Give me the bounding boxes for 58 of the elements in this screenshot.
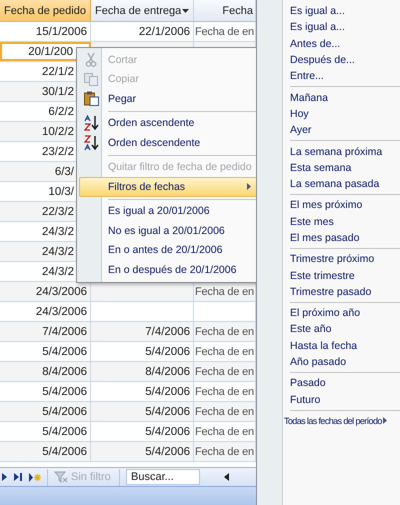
last-record-icon[interactable] — [14, 473, 23, 481]
table-cell: 5/4/2006 — [91, 442, 194, 461]
menu-item[interactable]: Entre... — [257, 68, 400, 84]
menu-item[interactable]: Ayer — [257, 122, 400, 138]
sort-descending-icon — [84, 134, 98, 151]
dropdown-arrow-icon — [182, 8, 189, 12]
table-cell: 7/4/2006 — [91, 322, 194, 341]
table-cell: 5/4/2006 — [0, 442, 91, 461]
menu-item[interactable]: Hoy — [257, 106, 400, 122]
scissors-icon — [85, 52, 97, 67]
menu-item[interactable]: Esta semana — [257, 160, 400, 176]
copy-icon — [84, 72, 98, 86]
menu-item[interactable]: Antes de... — [257, 36, 400, 52]
table-cell: 22/1/2006 — [91, 22, 194, 41]
menu-item[interactable]: El mes pasado — [257, 230, 400, 246]
table-cell: 7/4/2006 — [0, 322, 91, 341]
menu-item[interactable]: Es igual a... — [257, 3, 400, 20]
menu-item[interactable]: Trimestre próximo — [257, 251, 400, 268]
menu-item[interactable]: Después de... — [257, 52, 400, 68]
menu-item[interactable]: La semana pasada — [257, 176, 400, 192]
clipboard-icon — [84, 91, 98, 106]
table-cell: 5/4/2006 — [91, 342, 194, 361]
next-record-icon[interactable] — [2, 473, 8, 481]
menu-item[interactable]: Hasta la fecha — [257, 338, 400, 354]
table-cell: 5/4/2006 — [0, 422, 91, 441]
column-header[interactable]: Fecha de pedido — [0, 0, 91, 21]
menu-item[interactable]: Pasado — [257, 375, 400, 392]
menu-item[interactable]: Futuro — [257, 392, 400, 408]
menu-item[interactable]: Todas las fechas del período — [257, 412, 400, 430]
menu-item[interactable]: El mes próximo — [257, 197, 400, 214]
scroll-left-icon[interactable] — [224, 473, 229, 481]
table-cell: 8/4/2006 — [0, 362, 91, 381]
table-cell: 8/4/2006 — [91, 362, 194, 381]
menu-item[interactable]: Año pasado — [257, 354, 400, 370]
table-cell: 5/4/2006 — [91, 382, 194, 401]
column-header[interactable]: Fecha de entrega — [91, 0, 194, 21]
table-cell: 5/4/2006 — [0, 342, 91, 361]
submenu-arrow-icon — [247, 183, 251, 190]
menu-item[interactable]: Es igual a... — [257, 19, 400, 36]
menu-item[interactable]: Trimestre pasado — [257, 284, 400, 300]
menu-item[interactable]: Mañana — [257, 89, 400, 106]
table-cell: 15/1/2006 — [0, 22, 91, 41]
submenu-arrow-icon — [382, 417, 387, 424]
table-cell: 5/4/2006 — [0, 402, 91, 421]
funnel-icon — [54, 471, 68, 483]
table-cell: 5/4/2006 — [91, 402, 194, 421]
menu-item[interactable]: Este mes — [257, 214, 400, 230]
table-cell: 5/4/2006 — [0, 382, 91, 401]
table-cell: 5/4/2006 — [91, 422, 194, 441]
sort-ascending-icon — [84, 115, 98, 132]
menu-item[interactable]: Este trimestre — [257, 267, 400, 284]
new-record-icon[interactable] — [29, 472, 41, 482]
menu-item[interactable]: Este año — [257, 321, 400, 338]
search-field[interactable]: Buscar... — [126, 469, 200, 485]
menu-item[interactable]: El próximo año — [257, 305, 400, 322]
menu-item[interactable]: Filtros de fechas — [79, 177, 257, 196]
menu-item[interactable]: La semana próxima — [257, 143, 400, 160]
table-cell: 24/3/2006 — [0, 302, 91, 321]
